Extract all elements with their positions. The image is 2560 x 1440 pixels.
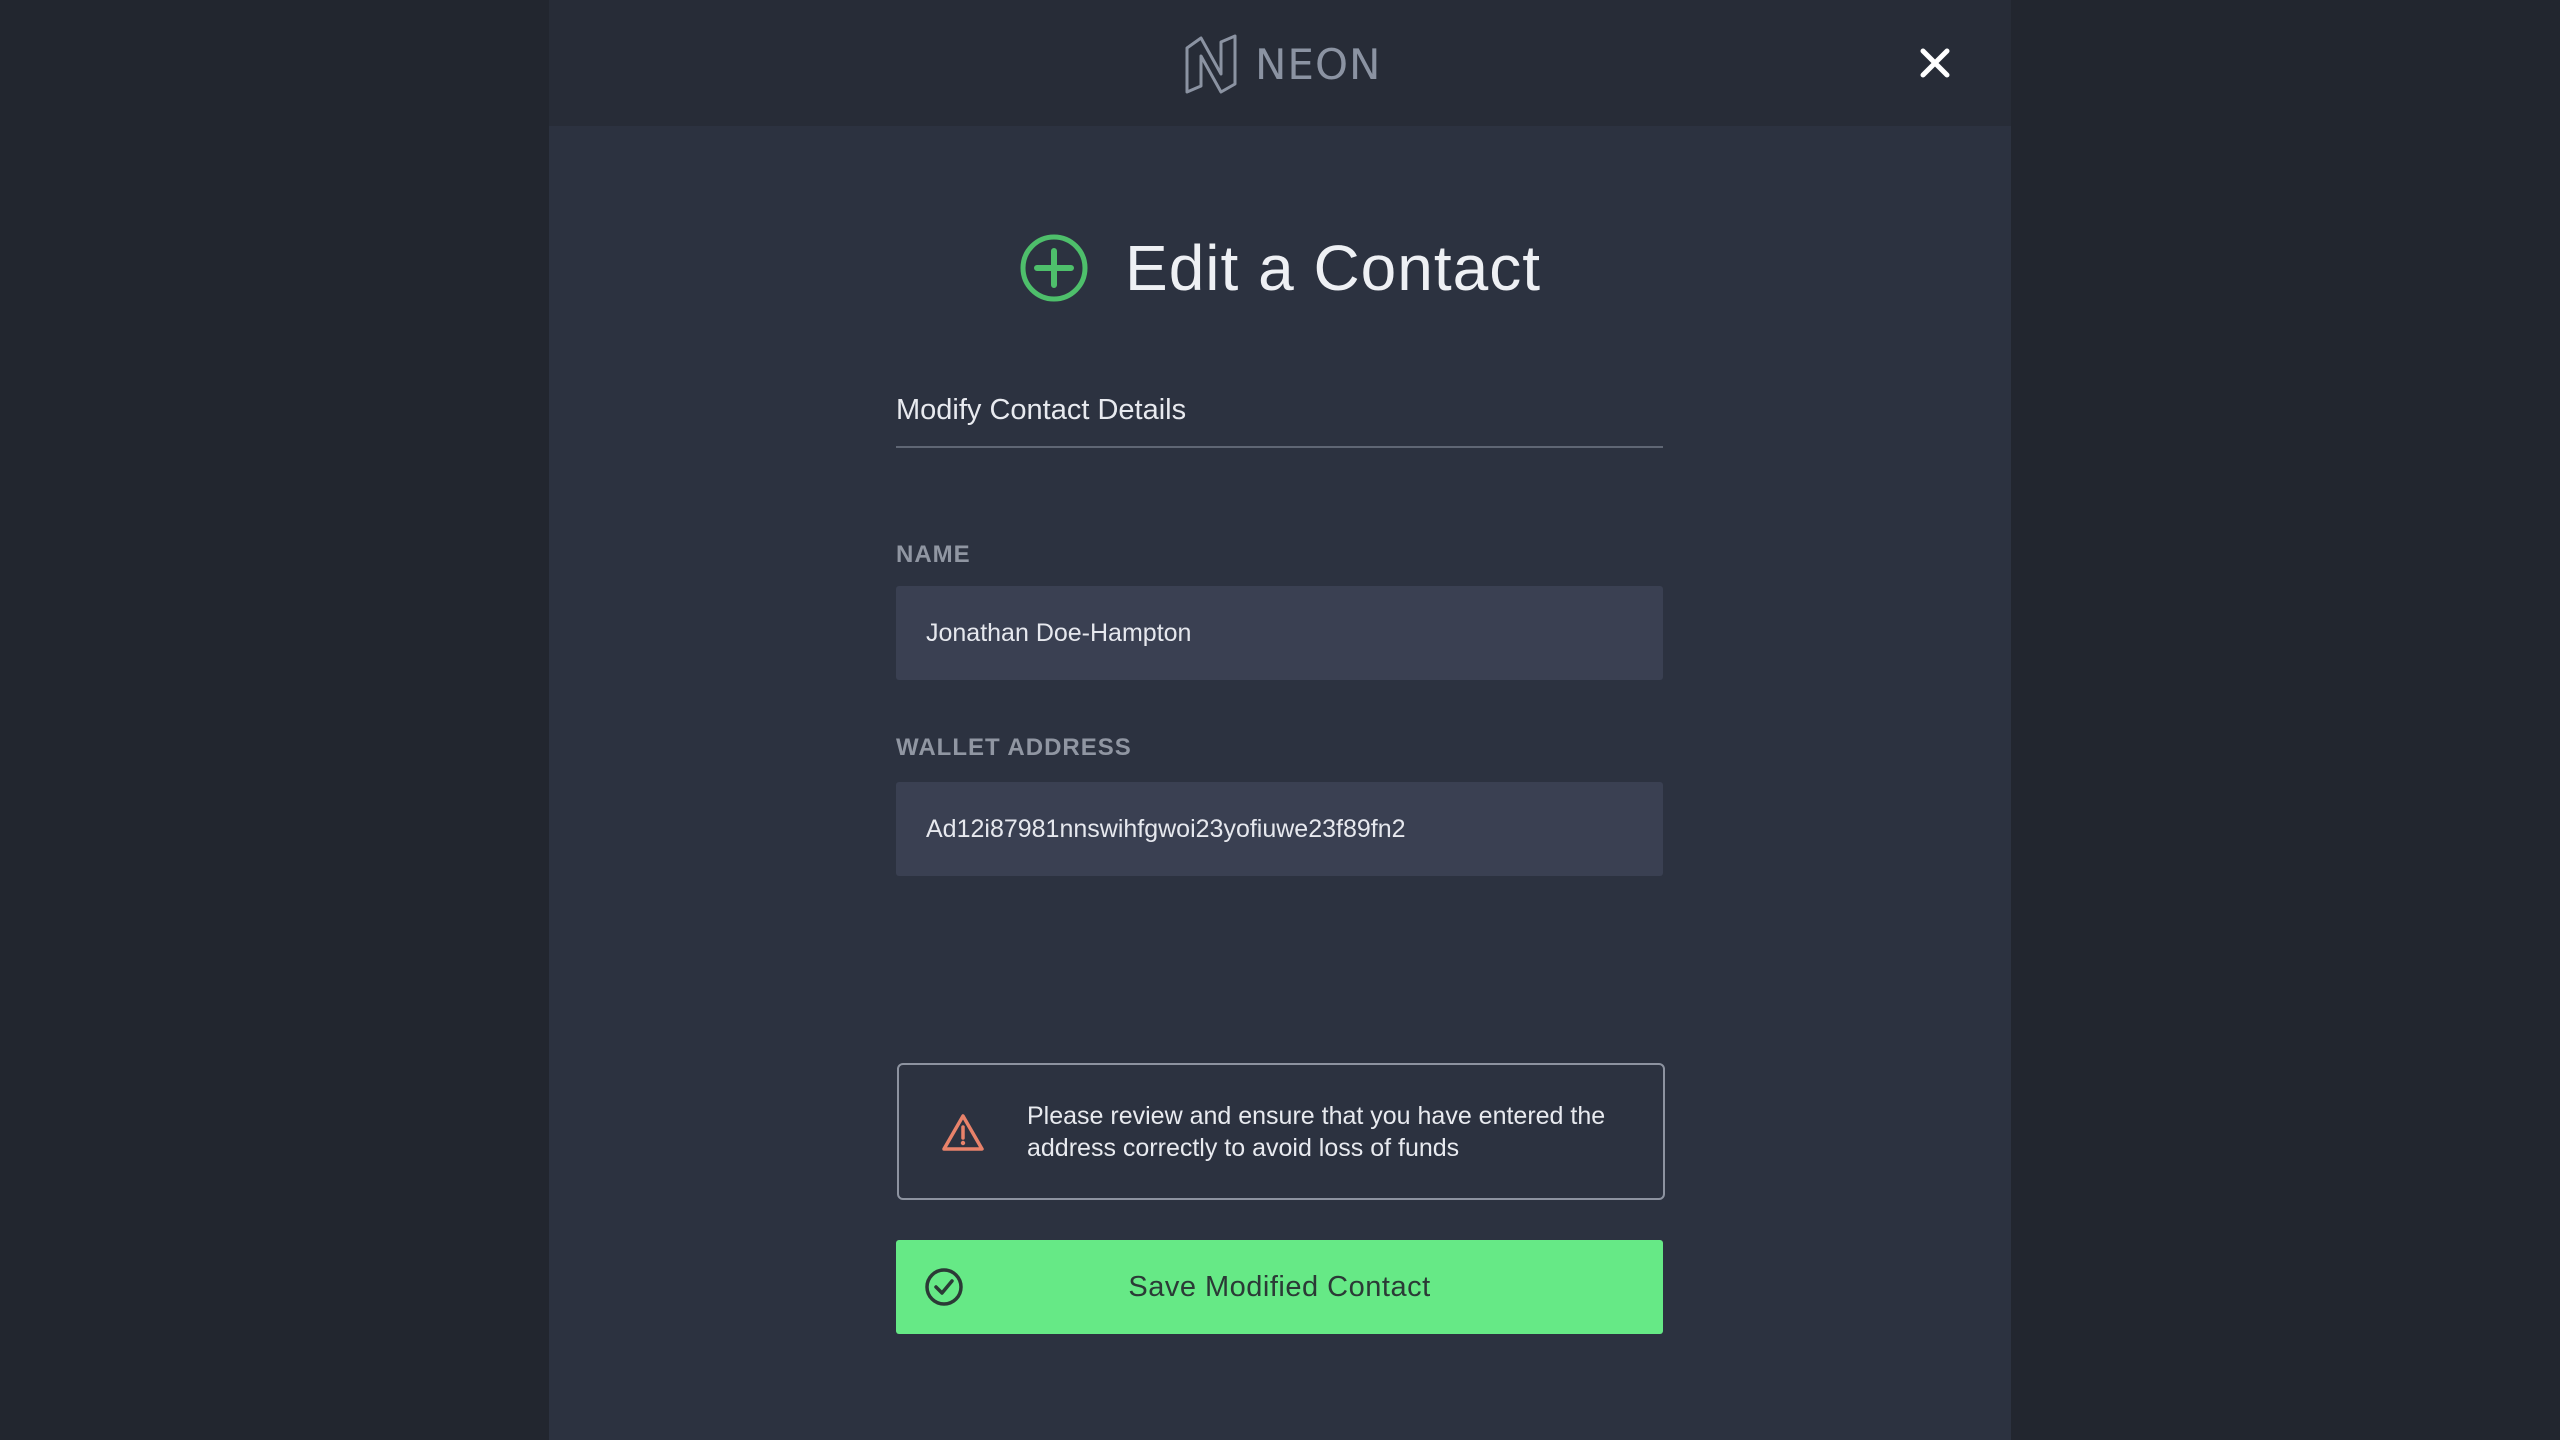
warning-triangle-icon xyxy=(942,1113,984,1151)
check-circle-icon xyxy=(925,1268,963,1306)
section-header: Modify Contact Details xyxy=(896,388,1663,448)
logo-text: NEON xyxy=(1255,39,1382,89)
wallet-address-label: WALLET ADDRESS xyxy=(896,734,1132,761)
plus-circle-icon xyxy=(1020,234,1088,302)
neon-logo: NEON xyxy=(1183,34,1381,94)
close-button[interactable] xyxy=(1912,40,1958,86)
top-bar: NEON xyxy=(549,0,2011,126)
name-input[interactable] xyxy=(896,586,1663,680)
close-icon xyxy=(1920,48,1950,78)
modal-panel: NEON Edit a Contact Modify Contact Detai… xyxy=(549,0,2011,1440)
page-title: Edit a Contact xyxy=(1125,232,1541,304)
warning-box: Please review and ensure that you have e… xyxy=(897,1063,1665,1200)
page-heading: Edit a Contact xyxy=(1019,228,1541,308)
warning-text: Please review and ensure that you have e… xyxy=(1027,1101,1606,1162)
neon-logo-icon xyxy=(1185,34,1237,94)
save-button-label: Save Modified Contact xyxy=(1128,1270,1431,1303)
wallet-address-input[interactable] xyxy=(896,782,1663,876)
name-label: NAME xyxy=(896,541,971,568)
section-title: Modify Contact Details xyxy=(896,394,1187,426)
save-modified-contact-button[interactable]: Save Modified Contact xyxy=(896,1240,1663,1334)
